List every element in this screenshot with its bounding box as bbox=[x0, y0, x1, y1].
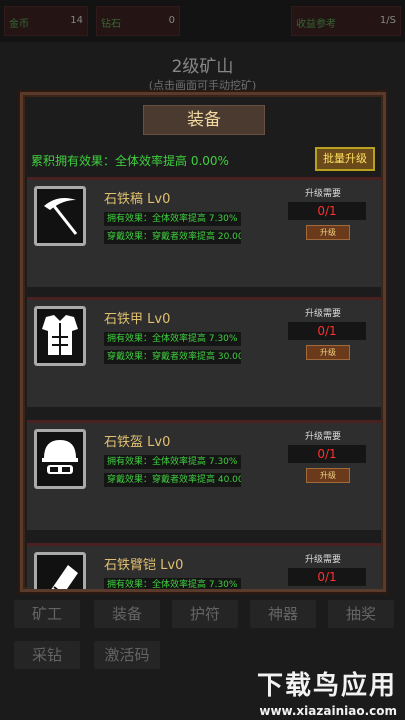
upgrade-cost: 0/1 bbox=[288, 202, 366, 220]
own-effect: 拥有效果：全体效率提高 7.30% bbox=[104, 332, 241, 346]
item-name: 石铁臂铠 Lv0 bbox=[104, 558, 184, 573]
upgrade-need-label: 升级需要 bbox=[304, 189, 341, 199]
item-name: 石铁甲 Lv0 bbox=[104, 312, 171, 327]
wear-effect: 穿戴效果：穿戴者效率提高 40.00% bbox=[104, 473, 241, 487]
bracer-icon bbox=[34, 552, 86, 589]
upgrade-need-label: 升级需要 bbox=[304, 432, 341, 442]
pickaxe-icon bbox=[34, 186, 86, 246]
own-effect: 拥有效果：全体效率提高 7.30% bbox=[104, 212, 241, 226]
item-name: 石铁盔 Lv0 bbox=[104, 435, 171, 450]
equipment-item: 石铁甲 Lv0 拥有效果：全体效率提高 7.30% 穿戴效果：穿戴者效率提高 3… bbox=[27, 297, 382, 407]
wear-effect: 穿戴效果：穿戴者效率提高 30.00% bbox=[104, 350, 241, 364]
helmet-icon bbox=[34, 429, 86, 489]
modal-title: 装备 bbox=[143, 105, 265, 135]
total-effect-text: 累积拥有效果：全体效率提高 0.00% bbox=[31, 154, 229, 168]
upgrade-cost: 0/1 bbox=[288, 568, 366, 586]
equipment-modal: 装备 累积拥有效果：全体效率提高 0.00% 批量升级 石铁稿 Lv0 拥有效果… bbox=[20, 92, 386, 592]
watermark-title: 下载鸟应用 bbox=[256, 671, 397, 701]
own-effect: 拥有效果：全体效率提高 7.30% bbox=[104, 578, 241, 589]
own-effect: 拥有效果：全体效率提高 7.30% bbox=[104, 455, 241, 469]
equipment-item: 石铁臂铠 Lv0 拥有效果：全体效率提高 7.30% 升级需要 0/1 bbox=[27, 543, 382, 589]
item-name: 石铁稿 Lv0 bbox=[104, 192, 171, 207]
upgrade-need-label: 升级需要 bbox=[304, 555, 341, 565]
upgrade-button[interactable]: 升级 bbox=[306, 225, 350, 240]
upgrade-cost: 0/1 bbox=[288, 322, 366, 340]
batch-upgrade-button[interactable]: 批量升级 bbox=[315, 147, 375, 171]
upgrade-button[interactable]: 升级 bbox=[306, 345, 350, 360]
upgrade-button[interactable]: 升级 bbox=[306, 468, 350, 483]
watermark: 下载鸟应用 www.xiazainiao.com bbox=[257, 665, 397, 718]
upgrade-cost: 0/1 bbox=[288, 445, 366, 463]
upgrade-need-label: 升级需要 bbox=[304, 309, 341, 319]
watermark-url: www.xiazainiao.com bbox=[259, 704, 397, 718]
armor-icon bbox=[34, 306, 86, 366]
wear-effect: 穿戴效果：穿戴者效率提高 20.00% bbox=[104, 230, 241, 244]
equipment-item: 石铁盔 Lv0 拥有效果：全体效率提高 7.30% 穿戴效果：穿戴者效率提高 4… bbox=[27, 420, 382, 530]
equipment-item: 石铁稿 Lv0 拥有效果：全体效率提高 7.30% 穿戴效果：穿戴者效率提高 2… bbox=[27, 177, 382, 287]
